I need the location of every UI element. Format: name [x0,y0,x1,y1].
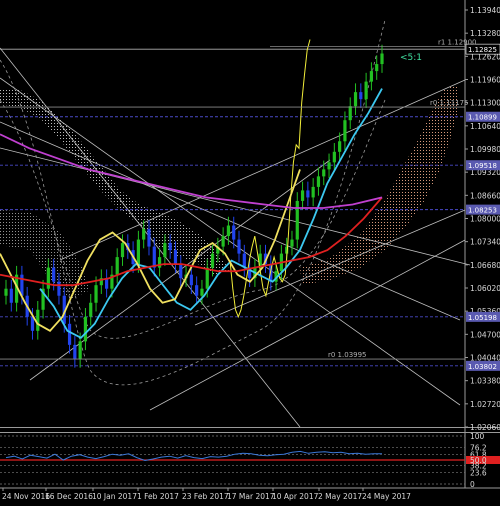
oscillator-tick-label: 0 [470,480,475,489]
chart-window: 1.13940 1.13280 1.12620 1.11960 1.11300 1.106… [0,0,500,506]
candle-body [375,64,379,72]
candle-body [179,264,183,279]
candle-body [67,323,72,345]
candle-body [369,71,374,82]
price-tick-label: 1.03380 [470,377,500,386]
oscillator-tick-label: 100 [470,432,485,441]
oscillator-axis-labels: 10076.261.850.038.223.60 [466,432,500,489]
price-tick-label: 1.06020 [470,284,500,293]
time-tick-label: 17 Mar 2017 [227,492,275,501]
candle-body [316,176,321,187]
candle-body [9,288,13,303]
candle-body [232,225,236,240]
price-tag-label: 1.09518 [468,162,497,170]
annotation-label: r1 1.12900 [438,39,477,47]
price-tick-label: 1.09980 [470,145,500,154]
candle-body [210,253,215,268]
price-tick-label: 1.04700 [470,330,500,339]
candle-body [348,106,352,121]
candle-body [195,285,199,296]
candle-body [73,344,77,359]
time-tick-label: 1 Feb 2017 [137,492,179,501]
candle-body [163,243,167,258]
price-tick-label: 1.07340 [470,238,500,247]
candle-body [168,243,172,251]
candle-body [237,239,241,254]
candle-body [332,151,336,163]
candle-body [189,274,193,286]
price-tick-label: 1.11960 [470,76,500,85]
time-tick-label: 24 May 2017 [362,492,411,501]
candle-body [46,267,50,289]
price-tick-label: 1.06680 [470,261,500,270]
candle-body [89,302,93,317]
candle-body [359,92,363,100]
candle-body [338,141,342,152]
candle-body [205,267,209,289]
price-tag-label: 1.12825 [468,46,497,54]
candle-body [306,190,310,198]
candle-body [147,229,151,247]
price-tick-label: 1.10640 [470,122,500,131]
price-tick-label: 1.13280 [470,29,500,38]
price-tags: 1.12825 1.10899 1.09518 1.08253 1.05198 1.038… [465,43,500,371]
time-tick-label: 23 Feb 2017 [182,492,229,501]
candle-body [57,281,61,296]
candle-body [173,250,178,265]
oscillator-line [5,450,382,462]
time-tick-label: 10 Apr 2017 [272,492,319,501]
candle-body [242,253,246,268]
candle-body [311,186,315,198]
candle-body [226,225,231,237]
candle-body [327,162,331,170]
time-axis-labels: 24 Nov 201616 Dec 2016 10 Jan 2017 1 Feb 2… [2,488,411,501]
candle-body [4,288,8,296]
price-tick-label: 1.02720 [470,400,500,409]
candle-body [152,246,156,268]
candle-body [364,81,368,100]
candle-body [380,53,384,65]
time-tick-label: 24 Nov 2016 [2,492,50,501]
candle-body [120,243,125,258]
oscillator-panel [0,435,465,485]
dashed-envelope [0,19,386,386]
candle-body [322,169,326,177]
candle-body [83,316,88,342]
candle-body [295,200,299,240]
candle-body [142,229,146,240]
time-tick-label: 2 May 2017 [318,492,362,501]
price-tick-label: 1.02060 [470,423,500,432]
price-tick-label: 1.13940 [470,6,500,15]
price-tag-label: 1.10899 [468,114,497,122]
candle-body [157,257,162,268]
candle-body [52,267,56,282]
candle-body [290,239,294,247]
candle-body [94,285,98,303]
candle-body [115,257,119,275]
price-chart[interactable]: 1.139401.132801.126201.119601.113001.106… [0,0,500,506]
candle-body [300,190,305,201]
candle-body [36,309,40,331]
candle-body [78,341,82,359]
time-tick-label: 10 Jan 2017 [92,492,137,501]
price-tag-label: 1.03802 [468,363,497,371]
annotation-label: r0 1.11175 [430,99,469,107]
price-tick-label: 1.08000 [470,215,500,224]
candle-body [200,288,204,296]
price-tick-label: 1.08660 [470,191,500,200]
candle-body [353,92,358,107]
candle-body [343,120,347,142]
candle-body [221,236,225,247]
ratio-label: <5:1 [400,53,422,63]
price-tag-label: 1.05198 [468,314,497,322]
price-tag-label: 1.08253 [468,207,497,215]
candle-body [136,239,140,265]
annotation-label: r0 1.03995 [328,351,367,359]
time-tick-label: 16 Dec 2016 [45,492,93,501]
indicator-line [229,39,311,319]
price-tick-label: 1.11300 [470,99,500,108]
oscillator-tick-label: 23.6 [470,469,487,478]
